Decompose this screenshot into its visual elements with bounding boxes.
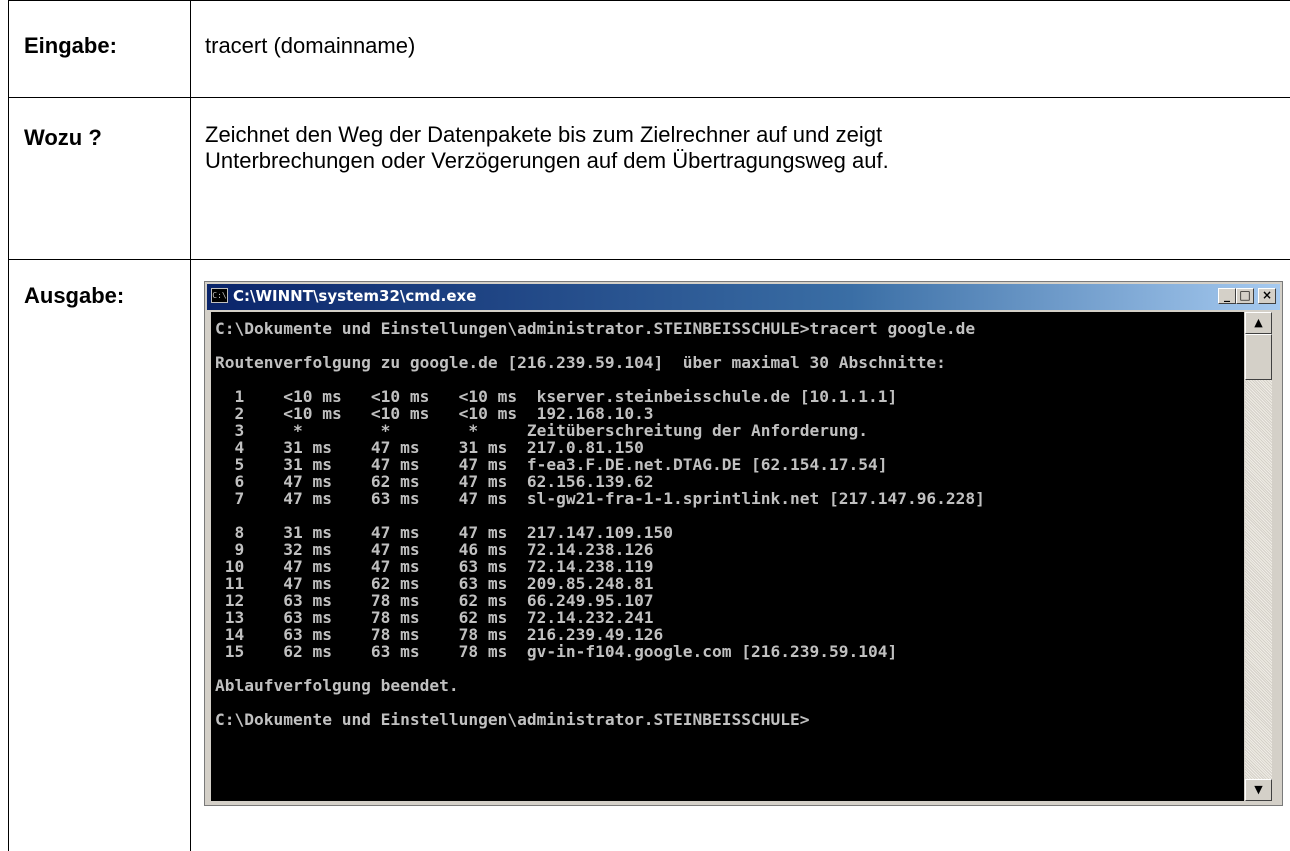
console-line: Ablaufverfolgung beendet. [215, 676, 459, 695]
cmd-window: C:\ C:\WINNT\system32\cmd.exe _ □ × C:\D… [204, 281, 1283, 806]
minimize-button[interactable]: _ [1218, 288, 1236, 304]
console-line: Routenverfolgung zu google.de [216.239.5… [215, 353, 946, 372]
console-line: 15 62 ms 63 ms 78 ms gv-in-f104.google.c… [215, 642, 898, 661]
table-border-top [8, 0, 1290, 1]
scroll-down-button[interactable]: ▼ [1245, 779, 1272, 801]
vertical-scrollbar[interactable]: ▲ ▼ [1245, 312, 1272, 801]
row-text-eingabe: tracert (domainname) [205, 33, 416, 58]
console-line: 7 47 ms 63 ms 47 ms sl-gw21-fra-1-1.spri… [215, 489, 985, 508]
row-text-wozu-line-2: Unterbrechungen oder Verzögerungen auf d… [205, 148, 889, 173]
console-line: 9 32 ms 47 ms 46 ms 72.14.238.126 [215, 540, 654, 559]
console-line: 8 31 ms 47 ms 47 ms 217.147.109.150 [215, 523, 674, 542]
row-label-ausgabe: Ausgabe: [24, 283, 125, 308]
window-title: C:\WINNT\system32\cmd.exe [233, 287, 477, 305]
console-line: 12 63 ms 78 ms 62 ms 66.249.95.107 [215, 591, 654, 610]
row-text-wozu-line-1: Zeichnet den Weg der Datenpakete bis zum… [205, 122, 883, 147]
console-line: 6 47 ms 62 ms 47 ms 62.156.139.62 [215, 472, 654, 491]
table-border-middle [190, 0, 191, 851]
table-border-row2 [8, 259, 1290, 260]
row-label-eingabe: Eingabe: [24, 33, 117, 58]
console-line: C:\Dokumente und Einstellungen\administr… [215, 710, 810, 729]
row-text-wozu: Zeichnet den Weg der Datenpakete bis zum… [205, 122, 889, 174]
console-line: 3 * * * Zeitüberschreitung der Anforderu… [215, 421, 868, 440]
window-titlebar[interactable]: C:\ C:\WINNT\system32\cmd.exe _ □ × [207, 284, 1280, 310]
console-line: 4 31 ms 47 ms 31 ms 217.0.81.150 [215, 438, 644, 457]
console-line: 5 31 ms 47 ms 47 ms f-ea3.F.DE.net.DTAG.… [215, 455, 888, 474]
close-button[interactable]: × [1258, 288, 1276, 304]
table-border-left [8, 0, 9, 851]
cmd-icon: C:\ [211, 288, 228, 303]
scroll-thumb[interactable] [1245, 334, 1272, 380]
console-line: 2 <10 ms <10 ms <10 ms 192.168.10.3 [215, 404, 654, 423]
console-line: 10 47 ms 47 ms 63 ms 72.14.238.119 [215, 557, 654, 576]
maximize-button[interactable]: □ [1236, 288, 1254, 304]
scroll-up-button[interactable]: ▲ [1245, 312, 1272, 334]
console-line: 13 63 ms 78 ms 62 ms 72.14.232.241 [215, 608, 654, 627]
console-line: 11 47 ms 62 ms 63 ms 209.85.248.81 [215, 574, 654, 593]
console-output[interactable]: C:\Dokumente und Einstellungen\administr… [211, 312, 1244, 801]
table-border-row1 [8, 97, 1290, 98]
console-line: 14 63 ms 78 ms 78 ms 216.239.49.126 [215, 625, 664, 644]
console-text: C:\Dokumente und Einstellungen\administr… [215, 320, 985, 728]
console-line: C:\Dokumente und Einstellungen\administr… [215, 319, 976, 338]
row-label-wozu: Wozu ? [24, 125, 102, 150]
console-line: 1 <10 ms <10 ms <10 ms kserver.steinbeis… [215, 387, 898, 406]
